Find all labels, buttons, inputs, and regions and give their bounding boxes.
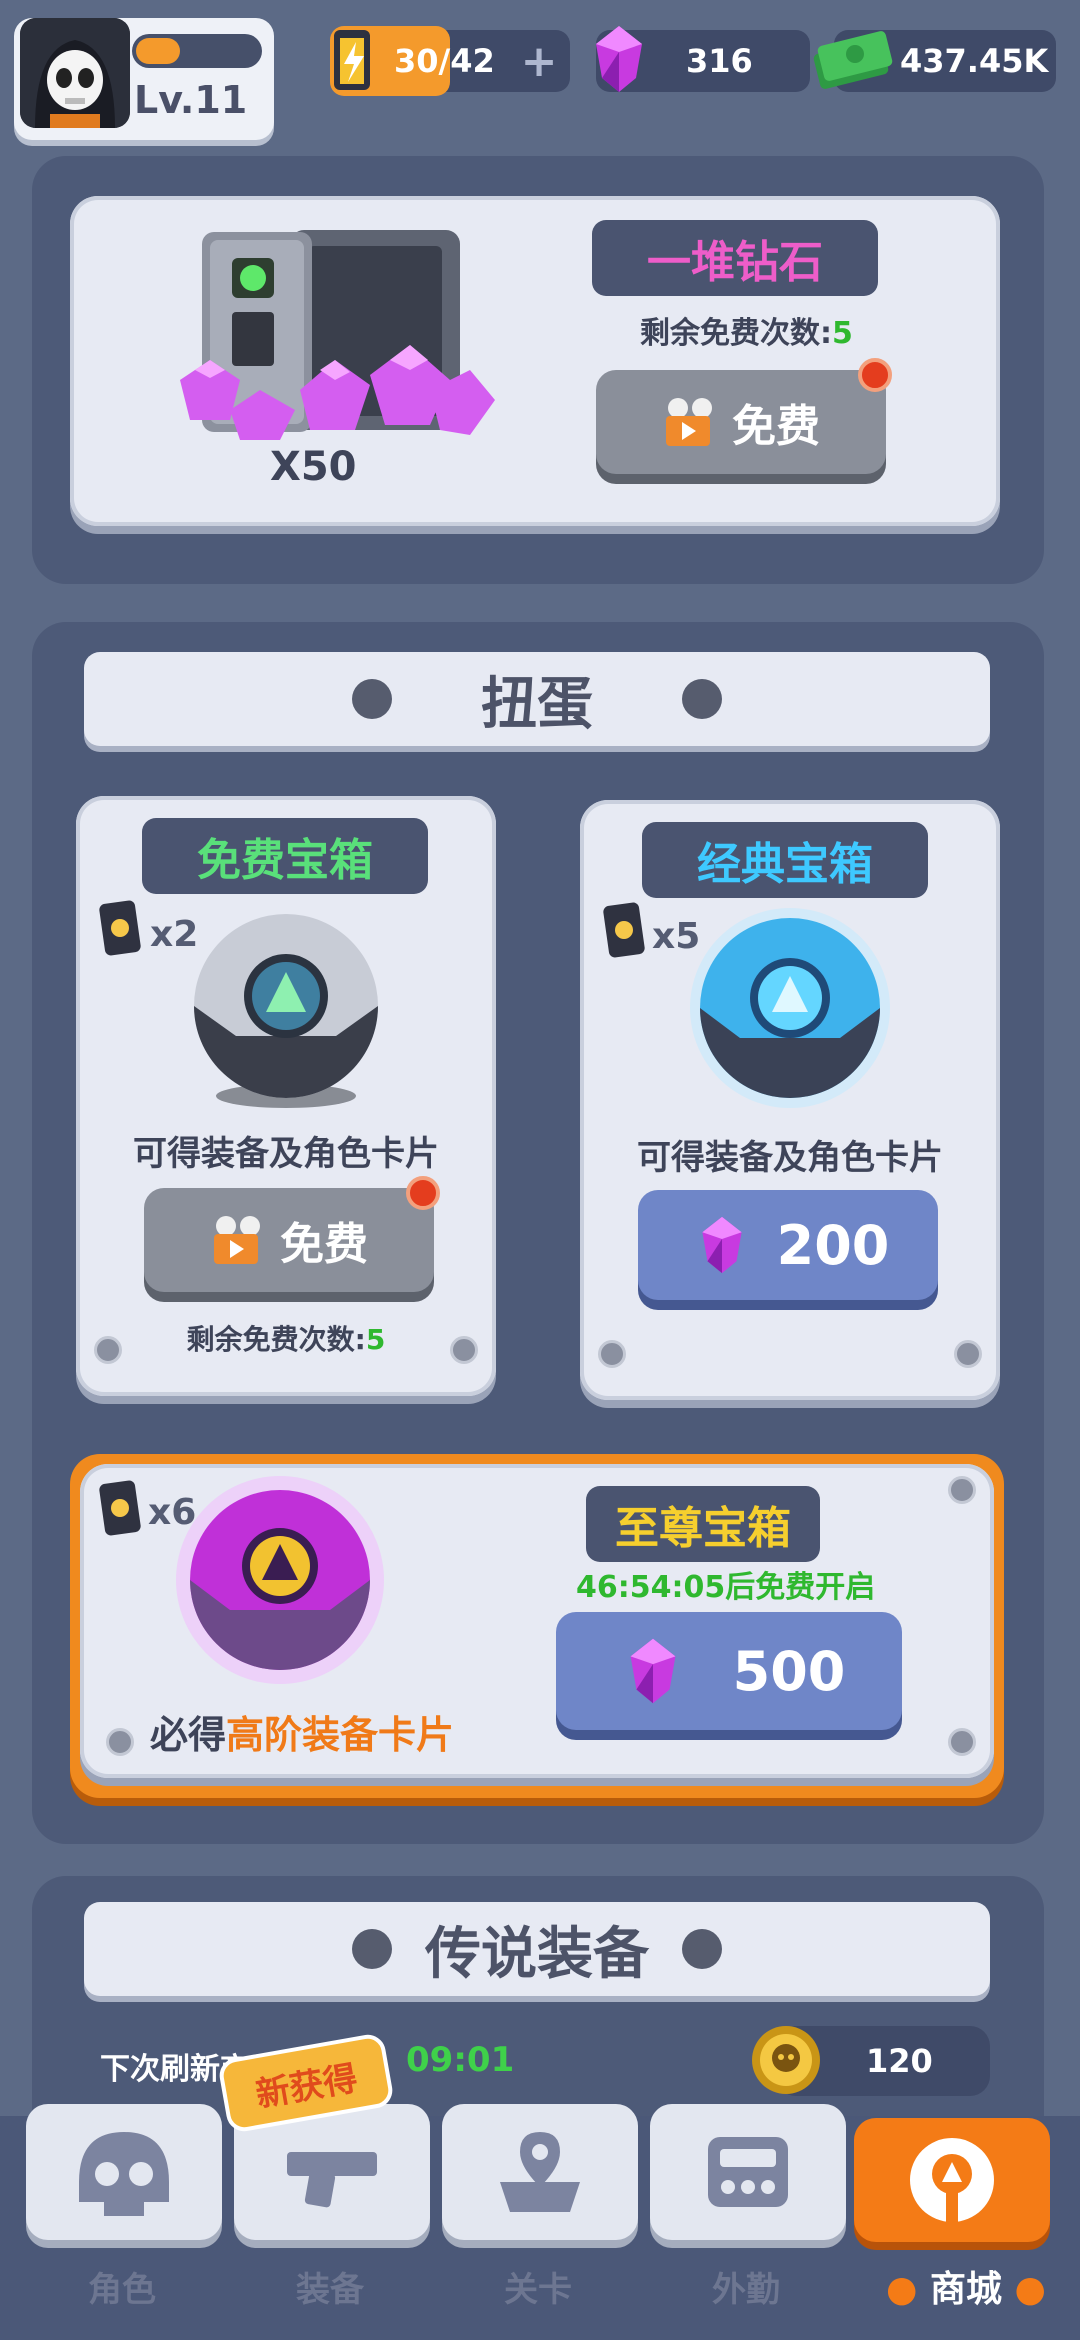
- skull-icon: [79, 2132, 169, 2216]
- nav-shop[interactable]: [854, 2118, 1050, 2242]
- legend-coin-amount: 120: [866, 2042, 933, 2080]
- battery-icon: [334, 30, 370, 90]
- diamond-pile-amount: X50: [270, 444, 357, 490]
- nav-field[interactable]: [650, 2104, 846, 2240]
- gem-icon: [596, 26, 642, 92]
- classic-chest-desc: 可得装备及角色卡片: [637, 1138, 943, 1178]
- supreme-chest-buy-button[interactable]: 500: [556, 1612, 902, 1730]
- nav-shop-label: ● 商城 ●: [886, 2269, 1046, 2310]
- free-left-label: 剩余免费次数:: [186, 1323, 366, 1356]
- shop-label-text: 商城: [929, 2269, 1002, 2310]
- free-chest-card[interactable]: 免费宝箱 x2 可得装备及角色卡片 免费 剩余免费次数:5: [76, 796, 496, 1396]
- supreme-chest-title: 至尊宝箱: [586, 1486, 820, 1562]
- desc-prefix: 必得: [150, 1713, 227, 1757]
- nav-stage[interactable]: [442, 2104, 638, 2240]
- title-dot-left: [352, 679, 392, 719]
- screw: [598, 1340, 626, 1368]
- classic-chest-buy-button[interactable]: 200: [638, 1190, 938, 1300]
- nav-character-label: 角色: [88, 2270, 156, 2310]
- vault-gems-image: [180, 230, 495, 440]
- free-chest-button[interactable]: 免费: [144, 1176, 440, 1292]
- legend-coin-counter: 120: [752, 2026, 990, 2096]
- cash-counter: 437.45K: [813, 30, 1056, 92]
- gun-icon: [287, 2152, 377, 2208]
- supreme-chest-desc: 必得高阶装备卡片: [150, 1704, 454, 1759]
- screw: [94, 1336, 122, 1364]
- free-left-value: 5: [365, 1323, 386, 1356]
- gem-icon: [630, 1638, 676, 1704]
- card-icon: [99, 1480, 141, 1536]
- gacha-title-text: 扭蛋: [481, 671, 593, 737]
- cash-value: 437.45K: [900, 42, 1049, 80]
- screw: [106, 1728, 134, 1756]
- classic-chest-title: 经典宝箱: [642, 822, 928, 898]
- shop-capsule-icon: [910, 2138, 994, 2222]
- desc-highlight: 高阶装备卡片: [226, 1713, 455, 1757]
- free-chest-free-left: 剩余免费次数:5: [76, 1318, 496, 1358]
- diamond-pile-free-button[interactable]: 免费: [596, 358, 892, 474]
- gem-icon: [701, 1216, 742, 1274]
- nav-character[interactable]: [26, 2104, 222, 2240]
- supreme-chest-price: 500: [732, 1639, 846, 1703]
- nav-field-label: 外勤: [712, 2270, 780, 2310]
- free-chest-button-label: 免费: [280, 1219, 368, 1270]
- legend-title-text: 传说装备: [425, 1921, 649, 1987]
- gacha-section-title: 扭蛋: [84, 652, 990, 746]
- free-left-label: 剩余免费次数:: [640, 316, 832, 351]
- free-left-value: 5: [832, 316, 853, 351]
- screw: [954, 1340, 982, 1368]
- refresh-time: 09:01: [406, 2040, 515, 2080]
- energy-value: 30/42: [394, 42, 495, 80]
- screw: [948, 1728, 976, 1756]
- classic-chest-card[interactable]: 经典宝箱 x5 可得装备及角色卡片 200: [580, 800, 1000, 1400]
- title-dot-right: [682, 679, 722, 719]
- free-button-label: 免费: [732, 401, 820, 452]
- silver-capsule-icon: [194, 914, 378, 1108]
- free-chest-title: 免费宝箱: [142, 818, 428, 894]
- console-icon: [708, 2137, 788, 2207]
- screw: [450, 1336, 478, 1364]
- skull-coin-icon: [752, 2026, 820, 2094]
- notification-dot: [406, 1176, 440, 1210]
- nav-equipment-label: 装备: [296, 2270, 364, 2310]
- card-icon: [99, 900, 141, 956]
- classic-chest-price: 200: [776, 1213, 890, 1277]
- card-icon: [603, 902, 645, 958]
- diamond-pile-free-left: 剩余免费次数:5: [640, 308, 853, 352]
- screw: [948, 1476, 976, 1504]
- nav-stage-label: 关卡: [504, 2270, 572, 2310]
- map-pin-icon: [500, 2132, 580, 2212]
- player-profile[interactable]: Lv.11: [14, 18, 274, 140]
- free-chest-desc: 可得装备及角色卡片: [133, 1134, 439, 1174]
- notification-dot: [858, 358, 892, 392]
- gem-counter: 316: [596, 26, 810, 92]
- video-ad-icon: [666, 398, 712, 446]
- title-dot-right: [682, 1929, 722, 1969]
- player-level: Lv.11: [134, 78, 248, 122]
- add-energy-button[interactable]: +: [516, 36, 562, 87]
- energy-counter: 30/42 +: [330, 26, 570, 96]
- legend-section-title: 传说装备: [84, 1902, 990, 1996]
- avatar: [20, 18, 130, 128]
- title-dot-left: [352, 1929, 392, 1969]
- diamond-pile-title: 一堆钻石: [592, 220, 878, 296]
- video-ad-icon: [214, 1216, 260, 1264]
- supreme-chest-timer: 46:54:05后免费开启: [576, 1570, 876, 1605]
- cash-icon: [813, 31, 893, 89]
- supreme-chest-card[interactable]: x6 必得高阶装备卡片 至尊宝箱 46:54:05后免费开启 500: [80, 1464, 994, 1778]
- xp-bar: [132, 34, 262, 68]
- purple-capsule-icon: [176, 1476, 384, 1684]
- skull-avatar-icon: [20, 18, 130, 128]
- gem-value: 316: [686, 42, 753, 80]
- blue-capsule-icon: [690, 908, 890, 1108]
